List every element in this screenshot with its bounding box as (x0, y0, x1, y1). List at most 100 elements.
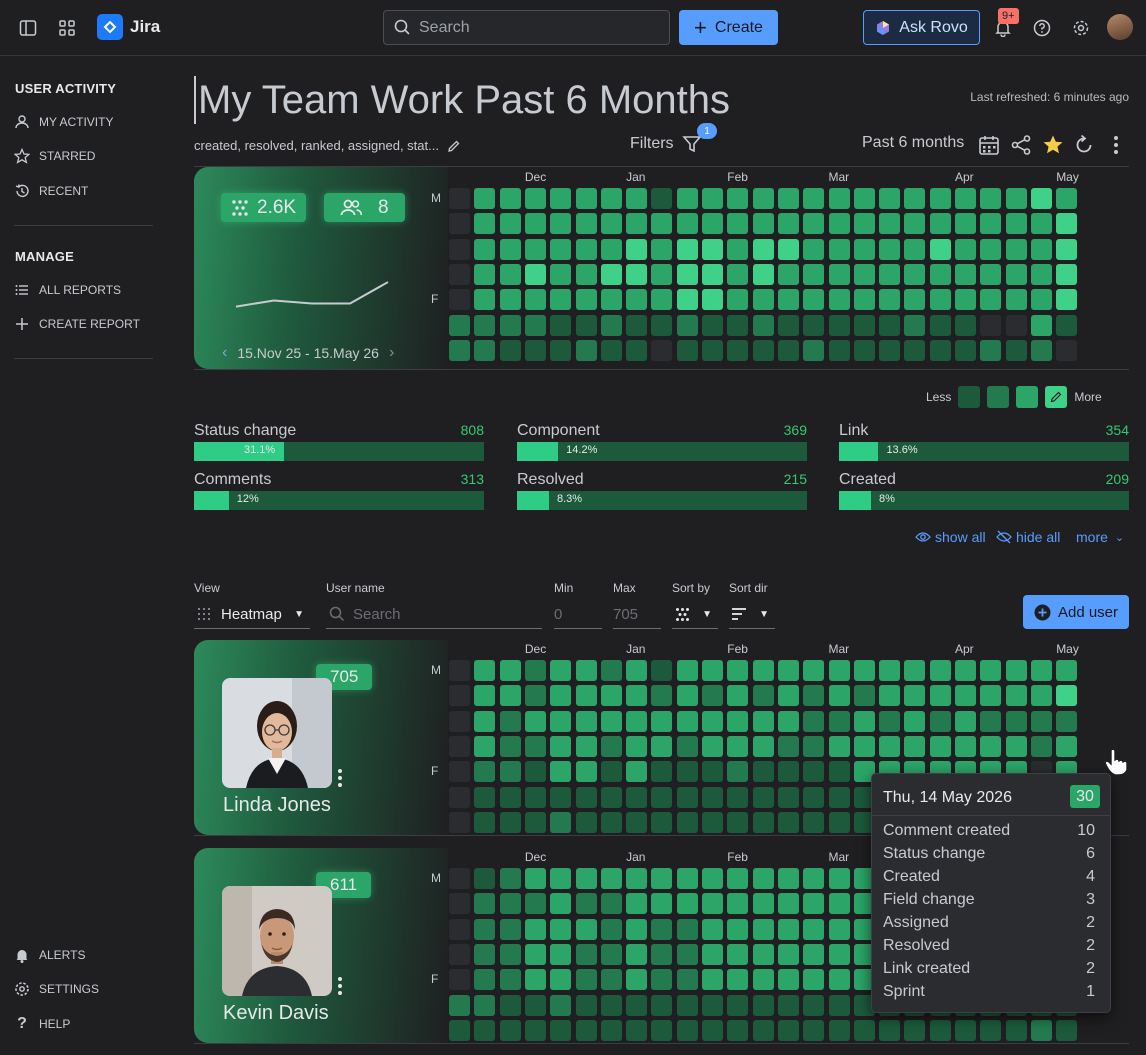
heatmap-cell[interactable] (1056, 289, 1078, 311)
heatmap-cell[interactable] (499, 918, 521, 940)
heatmap-cell[interactable] (575, 893, 597, 915)
heatmap-cell[interactable] (727, 761, 749, 783)
heatmap-cell[interactable] (474, 994, 496, 1016)
app-switcher-icon[interactable] (55, 16, 79, 40)
heatmap-cell[interactable] (499, 811, 521, 833)
heatmap-cell[interactable] (575, 943, 597, 965)
view-select[interactable]: Heatmap ▼ (194, 600, 310, 629)
add-user-button[interactable]: Add user (1023, 595, 1129, 629)
heatmap-cell[interactable] (676, 289, 698, 311)
heatmap-cell[interactable] (550, 710, 572, 732)
heatmap-cell[interactable] (853, 314, 875, 336)
heatmap-cell[interactable] (474, 263, 496, 285)
heatmap-cell[interactable] (449, 786, 470, 808)
heatmap-cell[interactable] (449, 238, 470, 260)
heatmap-cell[interactable] (904, 339, 926, 361)
heatmap-cell[interactable] (879, 188, 901, 209)
heatmap-cell[interactable] (550, 238, 572, 260)
heatmap-cell[interactable] (600, 918, 622, 940)
heatmap-cell[interactable] (879, 339, 901, 361)
heatmap-cell[interactable] (575, 314, 597, 336)
heatmap-cell[interactable] (702, 339, 723, 361)
heatmap-cell[interactable] (626, 943, 648, 965)
create-button[interactable]: + Create (679, 10, 778, 45)
heatmap-cell[interactable] (449, 943, 470, 965)
heatmap-cell[interactable] (955, 685, 976, 707)
heatmap-cell[interactable] (777, 339, 799, 361)
heatmap-cell[interactable] (702, 893, 723, 915)
heatmap-cell[interactable] (651, 660, 673, 681)
heatmap-cell[interactable] (1056, 188, 1078, 209)
heatmap-cell[interactable] (702, 918, 723, 940)
heatmap-cell[interactable] (676, 660, 698, 681)
heatmap-cell[interactable] (474, 786, 496, 808)
heatmap-cell[interactable] (702, 289, 723, 311)
heatmap-cell[interactable] (626, 868, 648, 889)
heatmap-cell[interactable] (980, 289, 1002, 311)
heatmap-cell[interactable] (524, 314, 546, 336)
heatmap-cell[interactable] (524, 761, 546, 783)
heatmap-cell[interactable] (651, 339, 673, 361)
heatmap-cell[interactable] (524, 786, 546, 808)
heatmap-cell[interactable] (474, 213, 496, 235)
heatmap-cell[interactable] (879, 735, 901, 757)
heatmap-cell[interactable] (980, 213, 1002, 235)
heatmap-cell[interactable] (1056, 339, 1078, 361)
heatmap-cell[interactable] (449, 339, 470, 361)
heatmap-cell[interactable] (600, 735, 622, 757)
heatmap-cell[interactable] (828, 1019, 850, 1041)
heatmap-cell[interactable] (550, 1019, 572, 1041)
heatmap-cell[interactable] (980, 339, 1002, 361)
heatmap-cell[interactable] (575, 188, 597, 209)
heatmap-cell[interactable] (524, 238, 546, 260)
heatmap-cell[interactable] (955, 188, 976, 209)
heatmap-cell[interactable] (777, 918, 799, 940)
heatmap-cell[interactable] (449, 994, 470, 1016)
heatmap-cell[interactable] (651, 994, 673, 1016)
heatmap-cell[interactable] (777, 238, 799, 260)
heatmap-cell[interactable] (676, 1019, 698, 1041)
heatmap-cell[interactable] (600, 710, 622, 732)
heatmap-cell[interactable] (449, 893, 470, 915)
heatmap-cell[interactable] (1056, 238, 1078, 260)
heatmap-cell[interactable] (702, 969, 723, 991)
heatmap-cell[interactable] (904, 710, 926, 732)
heatmap-cell[interactable] (1005, 735, 1027, 757)
heatmap-cell[interactable] (955, 238, 976, 260)
heatmap-cell[interactable] (702, 786, 723, 808)
heatmap-cell[interactable] (651, 685, 673, 707)
sidebar-item-starred[interactable]: STARRED (14, 146, 95, 166)
heatmap-cell[interactable] (727, 735, 749, 757)
heatmap-cell[interactable] (626, 918, 648, 940)
heatmap-cell[interactable] (524, 943, 546, 965)
heatmap-cell[interactable] (1030, 660, 1052, 681)
heatmap-cell[interactable] (1005, 188, 1027, 209)
heatmap-cell[interactable] (803, 918, 825, 940)
heatmap-cell[interactable] (524, 735, 546, 757)
heatmap-cell[interactable] (449, 314, 470, 336)
heatmap-cell[interactable] (676, 339, 698, 361)
heatmap-cell[interactable] (474, 761, 496, 783)
heatmap-cell[interactable] (474, 811, 496, 833)
heatmap-cell[interactable] (575, 868, 597, 889)
heatmap-cell[interactable] (499, 943, 521, 965)
heatmap-cell[interactable] (626, 994, 648, 1016)
heatmap-cell[interactable] (676, 811, 698, 833)
heatmap-cell[interactable] (853, 188, 875, 209)
heatmap-cell[interactable] (853, 685, 875, 707)
profile-avatar[interactable] (1107, 14, 1133, 40)
heatmap-cell[interactable] (803, 811, 825, 833)
heatmap-cell[interactable] (752, 943, 774, 965)
heatmap-cell[interactable] (752, 263, 774, 285)
heatmap-cell[interactable] (904, 660, 926, 681)
heatmap-cell[interactable] (575, 761, 597, 783)
heatmap-cell[interactable] (449, 685, 470, 707)
heatmap-cell[interactable] (474, 893, 496, 915)
heatmap-cell[interactable] (727, 918, 749, 940)
heatmap-cell[interactable] (449, 188, 470, 209)
user-name[interactable]: Linda Jones (223, 794, 331, 817)
heatmap-cell[interactable] (929, 339, 951, 361)
user-menu-icon[interactable] (337, 768, 343, 788)
heatmap-cell[interactable] (828, 735, 850, 757)
heatmap-cell[interactable] (904, 1019, 926, 1041)
